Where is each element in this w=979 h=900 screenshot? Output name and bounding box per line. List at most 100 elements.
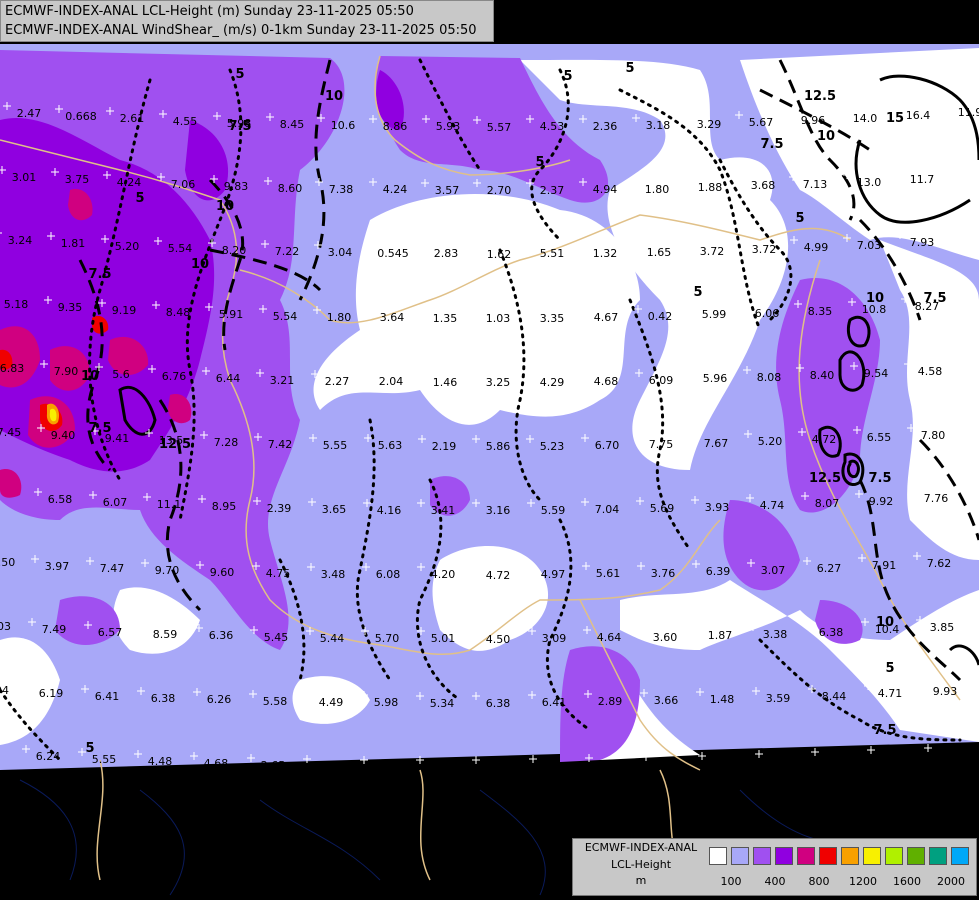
grid-value: 8.20	[222, 244, 247, 257]
grid-value: 1.81	[61, 237, 86, 250]
grid-value: 11.1	[157, 498, 182, 511]
grid-value: 7.90	[54, 365, 79, 378]
grid-value: 7.03	[857, 239, 882, 252]
grid-value: 6.58	[430, 761, 455, 774]
grid-value: 0.42	[648, 310, 673, 323]
grid-value: 4.55	[173, 115, 198, 128]
grid-value: 9.92	[869, 495, 894, 508]
grid-value: 5.96	[703, 372, 728, 385]
grid-value: 2.04	[379, 375, 404, 388]
grid-value: 6.58	[48, 493, 73, 506]
grid-value: 3.38	[763, 628, 788, 641]
grid-value: 9.93	[933, 685, 958, 698]
grid-value: 5.67	[749, 116, 774, 129]
grid-value: 1.62	[487, 248, 512, 261]
grid-value: 4.94	[593, 183, 618, 196]
grid-value: 1.52	[712, 757, 737, 770]
grid-value: 4.24	[383, 183, 408, 196]
grid-value: 6.38	[819, 626, 844, 639]
contour-label: 7.5	[228, 119, 251, 134]
grid-value: 7.88	[769, 755, 794, 768]
grid-value: 6.41	[95, 690, 120, 703]
grid-value: 6.83	[0, 362, 24, 375]
grid-value: 3.21	[270, 374, 295, 387]
title-panel: ECMWF-INDEX-ANAL LCL-Height (m) Sunday 2…	[0, 0, 494, 42]
grid-value: 5.91	[219, 308, 244, 321]
grid-value: 4.74	[760, 499, 785, 512]
grid-value: 4.53	[540, 120, 565, 133]
contour-label: 15	[886, 111, 904, 126]
grid-value: 3.97	[45, 560, 70, 573]
legend-swatch	[709, 847, 727, 865]
grid-value: 9.83	[224, 180, 249, 193]
grid-value: 7.80	[921, 429, 946, 442]
grid-value: 7.13	[803, 178, 828, 191]
contour-label: 5	[135, 191, 144, 206]
contour-label: 10	[216, 199, 234, 214]
grid-value: 5.45	[264, 631, 289, 644]
grid-value: 7.47	[100, 562, 125, 575]
grid-value: 94	[0, 684, 9, 697]
grid-value: 5.55	[323, 439, 348, 452]
contour-label: 7.5	[760, 137, 783, 152]
grid-value: 3.41	[431, 504, 456, 517]
grid-value: 0.545	[377, 247, 409, 260]
legend-swatch	[863, 847, 881, 865]
grid-value: 6.55	[867, 431, 892, 444]
legend-swatch	[951, 847, 969, 865]
grid-value: 2.39	[267, 502, 292, 515]
grid-value: 4.16	[377, 504, 402, 517]
grid-value: 13.0	[857, 176, 882, 189]
grid-value: 3.68	[751, 179, 776, 192]
legend-swatch	[907, 847, 925, 865]
grid-value: 8.44	[822, 690, 847, 703]
grid-value: 11.7	[910, 173, 935, 186]
legend-tick-label: 800	[808, 875, 830, 888]
title-line-1: ECMWF-INDEX-ANAL LCL-Height (m) Sunday 2…	[5, 4, 414, 19]
legend-tick-label: 400	[764, 875, 786, 888]
grid-value: 6.09	[649, 374, 674, 387]
grid-value: 3.29	[697, 118, 722, 131]
grid-value: 7.49	[42, 623, 67, 636]
legend-swatch	[797, 847, 815, 865]
grid-value: 3.07	[761, 564, 786, 577]
grid-value: 4.48	[148, 755, 173, 768]
grid-value: 0.668	[65, 110, 97, 123]
grid-value: 6.38	[486, 697, 511, 710]
grid-value: 5.33	[374, 761, 399, 774]
grid-value: 6.44	[216, 372, 241, 385]
grid-value: 1.30	[938, 749, 963, 762]
grid-value: 9.60	[210, 566, 235, 579]
weather-map: 2.47 0.668 2.61 4.55 5.98 8.45 10.6 8.86 5.93 5.5…	[0, 0, 979, 900]
grid-value: 3.35	[540, 312, 565, 325]
grid-value: 5.98	[374, 696, 399, 709]
grid-value: 3.17	[881, 751, 906, 764]
grid-value: 8.08	[757, 371, 782, 384]
grid-value: 7.28	[214, 436, 239, 449]
legend-tick-label: 1600	[893, 875, 921, 888]
grid-value: 6.06	[755, 307, 780, 320]
grid-value: 1.80	[645, 183, 670, 196]
grid-value: 4.97	[541, 568, 566, 581]
grid-value: 3.64	[380, 311, 405, 324]
contour-label: 5	[563, 69, 572, 84]
grid-value: 4.24	[117, 176, 142, 189]
contour-label: 10	[191, 257, 209, 272]
grid-value: 3.85	[930, 621, 955, 634]
contour-label: 5	[625, 61, 634, 76]
grid-value: 4.72	[825, 753, 850, 766]
grid-value: 5.20	[115, 240, 140, 253]
contour-label: 5	[795, 211, 804, 226]
grid-value: 5.73	[486, 761, 511, 774]
title-line-2: ECMWF-INDEX-ANAL WindShear_ (m/s) 0-1km …	[5, 23, 477, 38]
grid-value: 8.95	[212, 500, 237, 513]
grid-value: 6.57	[98, 626, 123, 639]
grid-value: 3.65	[322, 503, 347, 516]
grid-value: 03	[0, 620, 11, 633]
grid-value: 5.54	[168, 242, 193, 255]
grid-value: 1.48	[710, 693, 735, 706]
grid-value: 5.58	[263, 695, 288, 708]
grid-value: 6.24	[36, 750, 61, 763]
grid-value: 10.6	[331, 119, 356, 132]
grid-value: 5.55	[92, 753, 117, 766]
